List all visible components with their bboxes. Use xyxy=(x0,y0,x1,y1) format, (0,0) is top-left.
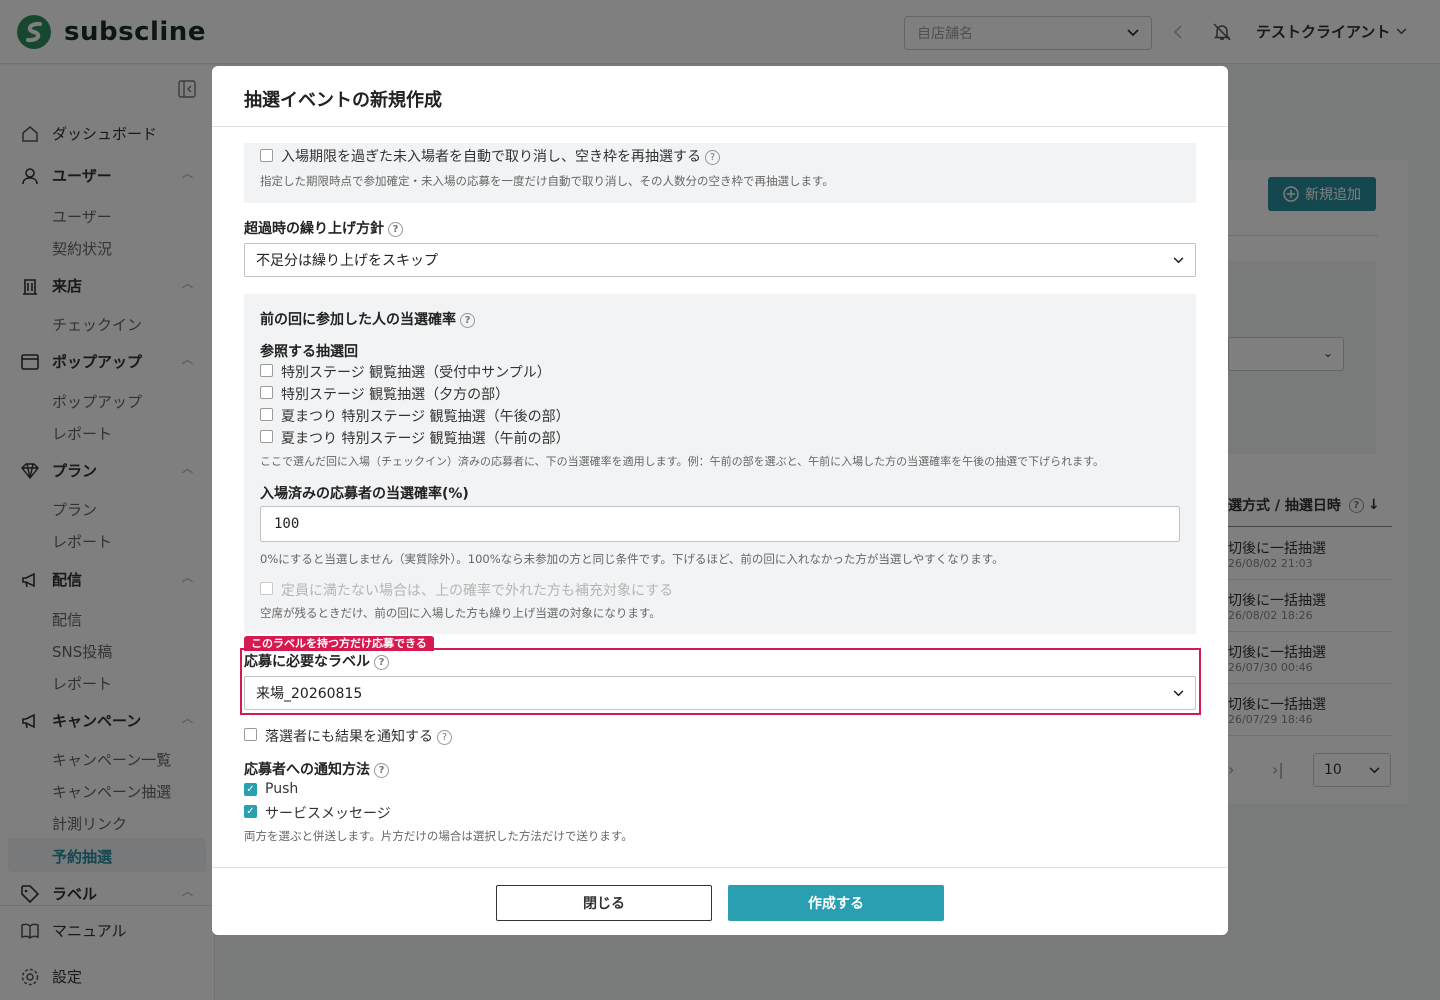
modal-footer: 閉じる 作成する xyxy=(212,867,1228,935)
help-icon[interactable]: ? xyxy=(437,729,452,745)
auto-cancel-checkbox[interactable] xyxy=(260,149,273,162)
help-icon[interactable]: ? xyxy=(388,221,403,237)
required-label-value: 来場_20260815 xyxy=(256,686,363,702)
reference-round-checkbox[interactable] xyxy=(260,408,273,421)
notify-method-help: 両方を選ぶと併送します。片方だけの場合は選択した方法だけで送ります。 xyxy=(244,829,633,843)
create-button[interactable]: 作成する xyxy=(728,885,944,921)
create-lottery-modal: 抽選イベントの新規作成 入場期限を過ぎた未入場者を自動で取り消し、空き枠を再抽選… xyxy=(212,66,1228,935)
notify-losers-label: 落選者にも結果を通知する xyxy=(265,729,433,745)
auto-cancel-help: 指定した期限時点で参加確定・未入場の応募を一度だけ自動で取り消し、その人数分の空… xyxy=(260,174,834,188)
help-icon[interactable]: ? xyxy=(374,654,389,670)
reference-round-option: 特別ステージ 観覧抽選（受付中サンプル） xyxy=(281,365,551,381)
close-button[interactable]: 閉じる xyxy=(496,885,712,921)
rate-help: 0%にすると当選しません（実質除外）。100%なら未参加の方と同じ条件です。下げ… xyxy=(260,552,1004,566)
overflow-policy-heading: 超過時の繰り上げ方針? xyxy=(244,218,403,238)
supplement-label: 定員に満たない場合は、上の確率で外れた方も補充対象にする xyxy=(281,583,674,599)
reference-round-option: 夏まつり 特別ステージ 観覧抽選（午前の部） xyxy=(281,431,570,447)
previous-round-title: 前の回に参加した人の当選確率 xyxy=(260,312,456,328)
required-label-label: 応募に必要なラベル xyxy=(244,654,370,670)
reference-round-checkbox[interactable] xyxy=(260,430,273,443)
reference-round-checkbox[interactable] xyxy=(260,364,273,377)
modal-title: 抽選イベントの新規作成 xyxy=(244,90,442,111)
overflow-policy-select[interactable]: 不足分は繰り上げをスキップ xyxy=(244,243,1196,277)
auto-cancel-row: 入場期限を過ぎた未入場者を自動で取り消し、空き枠を再抽選する? xyxy=(281,146,720,166)
auto-cancel-label: 入場期限を過ぎた未入場者を自動で取り消し、空き枠を再抽選する xyxy=(281,149,701,165)
chevron-down-icon xyxy=(1173,256,1184,263)
push-checkbox[interactable]: ✓ xyxy=(244,783,257,796)
supplement-help: 空席が残るときだけ、前の回に入場した方も繰り上げ当選の対象になります。 xyxy=(260,606,661,620)
notify-method-label: 応募者への通知方法 xyxy=(244,762,370,778)
overflow-policy-label: 超過時の繰り上げ方針 xyxy=(244,221,384,237)
rate-input[interactable]: 100 xyxy=(260,506,1180,542)
rate-label: 入場済みの応募者の当選確率(%) xyxy=(260,486,469,502)
service-message-checkbox[interactable]: ✓ xyxy=(244,805,257,818)
supplement-checkbox[interactable] xyxy=(260,582,273,595)
push-label: Push xyxy=(265,781,299,797)
required-label-select[interactable]: 来場_20260815 xyxy=(244,676,1196,710)
notify-method-heading: 応募者への通知方法? xyxy=(244,759,389,779)
required-label-heading: 応募に必要なラベル? xyxy=(244,651,389,671)
reference-round-option: 特別ステージ 観覧抽選（夕方の部） xyxy=(281,387,510,403)
modal-header: 抽選イベントの新規作成 xyxy=(212,66,1228,127)
reference-round-help: ここで選んだ回に入場（チェックイン）済みの応募者に、下の当選確率を適用します。例… xyxy=(260,455,1105,468)
reference-round-option: 夏まつり 特別ステージ 観覧抽選（午後の部） xyxy=(281,409,570,425)
help-icon[interactable]: ? xyxy=(705,149,720,165)
service-message-label: サービスメッセージ xyxy=(265,806,391,822)
reference-round-label: 参照する抽選回 xyxy=(260,344,358,360)
notify-losers-checkbox[interactable] xyxy=(244,728,257,741)
previous-round-heading: 前の回に参加した人の当選確率? xyxy=(260,309,475,329)
help-icon[interactable]: ? xyxy=(460,312,475,328)
help-icon[interactable]: ? xyxy=(374,762,389,778)
chevron-down-icon xyxy=(1173,689,1184,696)
overflow-policy-value: 不足分は繰り上げをスキップ xyxy=(256,253,438,269)
notify-losers-row: 落選者にも結果を通知する? xyxy=(265,726,452,746)
reference-round-checkbox[interactable] xyxy=(260,386,273,399)
